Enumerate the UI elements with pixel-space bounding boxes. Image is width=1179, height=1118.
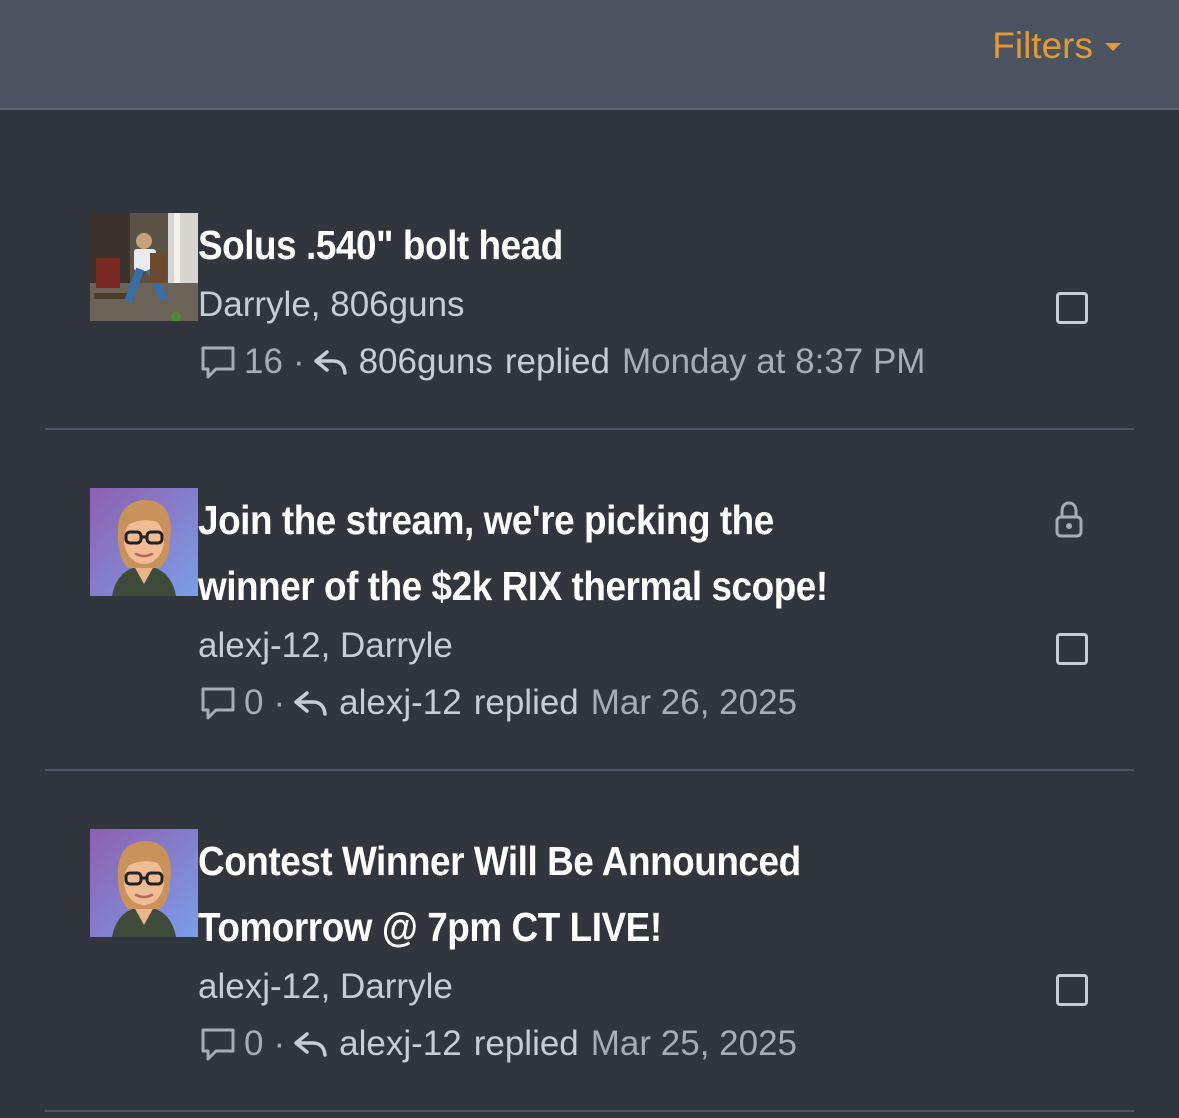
reply-arrow-icon (294, 1032, 327, 1057)
replied-label: replied (504, 342, 610, 381)
last-post-date[interactable]: Mar 25, 2025 (591, 1023, 797, 1065)
last-poster-link[interactable]: alexj-12 (339, 682, 462, 724)
user-photo-icon (90, 213, 198, 321)
thread-meta: 0 · alexj-12 replied Mar 25, 2025 (198, 1023, 797, 1065)
comment-icon (201, 1028, 235, 1061)
last-post-date[interactable]: Monday at 8:37 PM (622, 341, 926, 383)
select-checkbox[interactable] (1056, 292, 1088, 324)
thread-title-link[interactable]: Contest Winner Will Be Announced Tomorro… (198, 828, 882, 960)
thread-title-link[interactable]: Solus .540" bolt head (198, 212, 882, 278)
separator-dot: · (292, 342, 305, 381)
select-checkbox[interactable] (1056, 974, 1088, 1006)
thread-title-link[interactable]: Join the stream, we're picking the winne… (198, 487, 882, 619)
replied-label: replied (473, 1024, 579, 1063)
thread-meta: 0 · alexj-12 replied Mar 26, 2025 (198, 682, 797, 724)
reply-count: 0 (244, 683, 264, 722)
top-bar: Filters (0, 0, 1179, 110)
filters-button[interactable]: Filters (992, 24, 1121, 68)
last-poster-link[interactable]: alexj-12 (339, 1023, 462, 1065)
thread-title-line: winner of the $2k RIX thermal scope! (198, 563, 828, 609)
separator-dot: · (273, 1024, 286, 1063)
thread-title-line: Tomorrow @ 7pm CT LIVE! (198, 904, 662, 950)
reply-arrow-icon (294, 691, 327, 716)
cartoon-avatar-icon (90, 829, 198, 937)
thread-starters[interactable]: Darryle, 806guns (198, 284, 465, 326)
replied-label: replied (473, 683, 579, 722)
thread-starters[interactable]: alexj-12, Darryle (198, 966, 453, 1008)
comment-icon (201, 346, 235, 379)
reply-count: 16 (244, 342, 283, 381)
comment-icon (201, 687, 235, 720)
reply-count: 0 (244, 1024, 264, 1063)
thread-meta: 16 · 806guns replied Monday at 8:37 PM (198, 341, 925, 383)
avatar[interactable] (90, 488, 198, 596)
lock-icon (1055, 501, 1083, 538)
reply-arrow-icon (313, 350, 347, 375)
thread-starters[interactable]: alexj-12, Darryle (198, 625, 453, 667)
avatar[interactable] (90, 213, 198, 321)
thread-title-line: Join the stream, we're picking the (198, 497, 774, 543)
last-poster-link[interactable]: 806guns (359, 341, 493, 383)
caret-down-icon (1105, 43, 1121, 51)
separator-dot: · (273, 683, 286, 722)
cartoon-avatar-icon (90, 488, 198, 596)
thread-title-line: Solus .540" bolt head (198, 222, 563, 268)
select-checkbox[interactable] (1056, 633, 1088, 665)
avatar[interactable] (90, 829, 198, 937)
filters-label: Filters (992, 25, 1093, 66)
last-post-date[interactable]: Mar 26, 2025 (591, 682, 797, 724)
thread-title-line: Contest Winner Will Be Announced (198, 838, 801, 884)
